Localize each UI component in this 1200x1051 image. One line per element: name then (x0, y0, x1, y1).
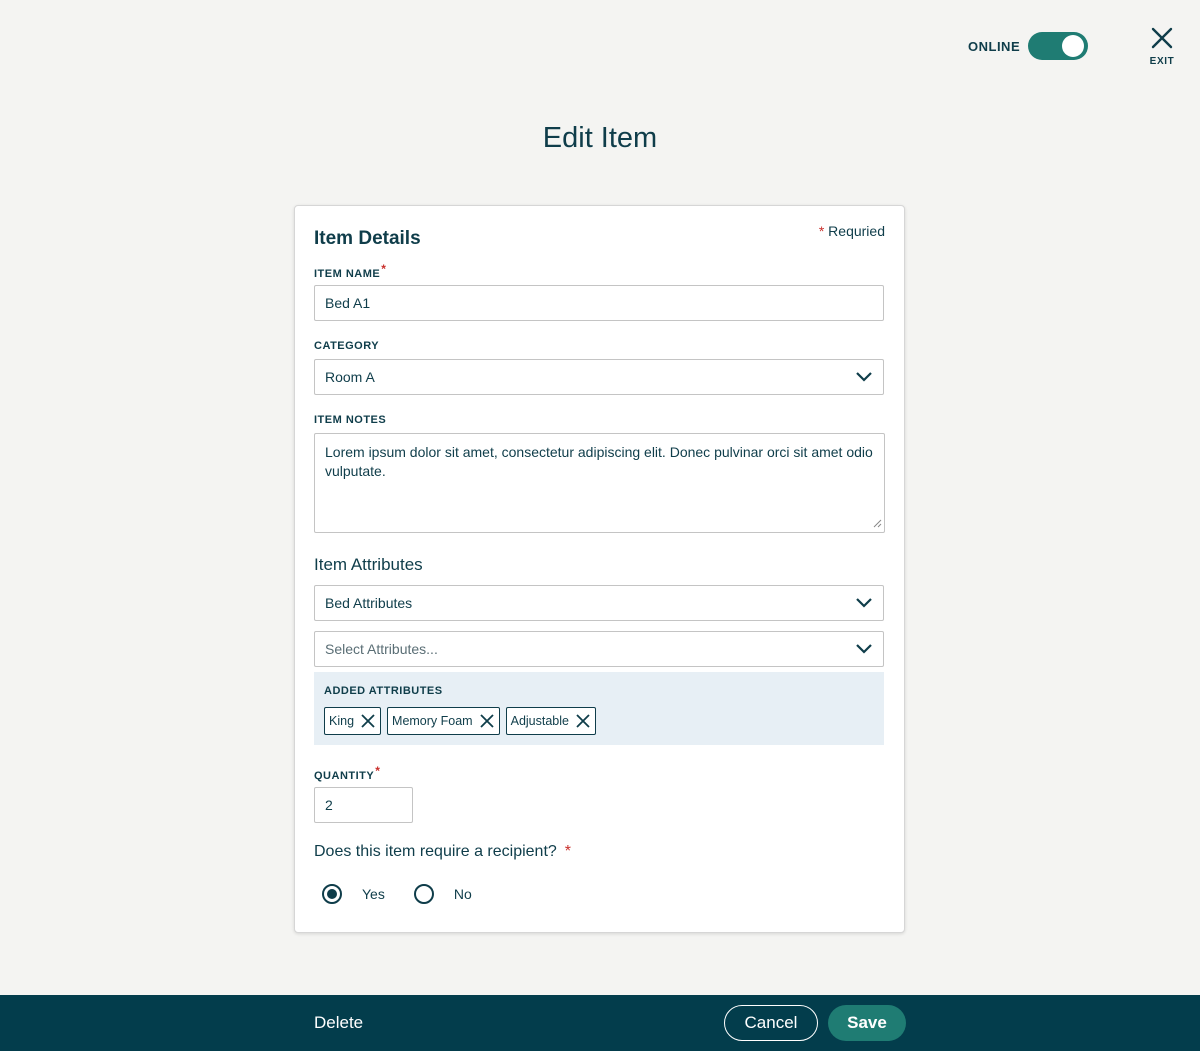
online-toggle[interactable] (1028, 32, 1089, 60)
required-star: * (375, 764, 381, 778)
required-star: * (564, 843, 572, 860)
page-title: Edit Item (542, 122, 658, 154)
attribute-type-select[interactable]: Bed Attributes (314, 585, 884, 621)
remove-icon[interactable] (360, 713, 376, 729)
select-attributes-placeholder: Select Attributes... (325, 641, 438, 657)
attribute-type-value: Bed Attributes (325, 595, 413, 611)
attribute-chip: Memory Foam (387, 707, 500, 735)
radio-no-label: No (453, 886, 472, 902)
required-star: * (381, 262, 387, 276)
quantity-input[interactable]: 2 (314, 787, 413, 823)
recipient-question-text: Does this item require a recipient? (314, 843, 557, 860)
remove-icon[interactable] (575, 713, 591, 729)
section-title: Item Details (314, 228, 421, 249)
added-attributes-panel: ADDED ATTRIBUTES King Memory Foam Adjust… (314, 672, 884, 745)
chip-label: Adjustable (510, 714, 569, 728)
radio-no[interactable]: No (413, 884, 472, 904)
attribute-chip: Adjustable (505, 707, 596, 735)
online-label: ONLINE (968, 38, 1021, 54)
chevron-down-icon (856, 372, 872, 382)
item-name-input[interactable]: Bed A1 (314, 285, 884, 321)
toggle-knob (1062, 35, 1085, 57)
remove-icon[interactable] (479, 713, 495, 729)
item-name-label-text: ITEM NAME (314, 268, 381, 280)
online-status: ONLINE (968, 32, 1089, 60)
quantity-label: QUANTITY* (314, 764, 380, 782)
item-details-card: Item Details * Requried ITEM NAME* Bed A… (294, 205, 905, 933)
category-label: CATEGORY (314, 340, 380, 352)
required-star: * (818, 223, 825, 239)
close-icon (1151, 27, 1173, 49)
select-attributes-dropdown[interactable]: Select Attributes... (314, 631, 884, 667)
quantity-label-text: QUANTITY (314, 770, 375, 782)
recipient-radio-group: Yes No (322, 884, 472, 904)
exit-label: EXIT (1149, 56, 1175, 67)
chip-label: King (329, 714, 355, 728)
radio-yes-label: Yes (362, 886, 385, 902)
quantity-value: 2 (325, 797, 333, 813)
chevron-down-icon (856, 644, 872, 654)
category-select[interactable]: Room A (314, 359, 884, 395)
footer-bar: Delete Cancel Save (0, 995, 1200, 1051)
item-notes-label: ITEM NOTES (314, 414, 387, 426)
exit-button[interactable]: EXIT (1146, 26, 1178, 67)
cancel-button[interactable]: Cancel (724, 1005, 818, 1041)
required-note-text: Requried (828, 223, 885, 239)
category-value: Room A (325, 369, 375, 385)
radio-button-yes[interactable] (322, 884, 342, 904)
resize-grip-icon[interactable] (872, 518, 882, 528)
item-notes-textarea[interactable] (314, 433, 885, 533)
item-name-label: ITEM NAME* (314, 262, 386, 280)
item-name-value: Bed A1 (325, 295, 371, 311)
chevron-down-icon (856, 598, 872, 608)
delete-button[interactable]: Delete (314, 1013, 363, 1033)
save-button[interactable]: Save (828, 1005, 906, 1041)
recipient-question: Does this item require a recipient? * (314, 843, 571, 861)
attribute-chip: King (324, 707, 382, 735)
required-note: * Requried (819, 223, 885, 239)
added-attributes-label: ADDED ATTRIBUTES (324, 685, 443, 697)
radio-button-no[interactable] (413, 884, 434, 904)
attribute-chips: King Memory Foam Adjustable (324, 707, 596, 735)
chip-label: Memory Foam (392, 714, 473, 728)
radio-yes[interactable]: Yes (322, 884, 385, 904)
item-attributes-heading: Item Attributes (314, 555, 423, 574)
